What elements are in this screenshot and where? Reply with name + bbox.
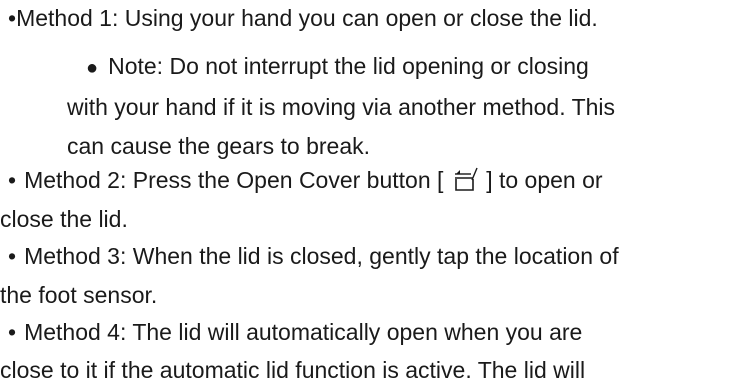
note-line-3: can cause the gears to break.	[67, 133, 371, 159]
note-line-1: ● Note: Do not interrupt the lid opening …	[86, 53, 589, 79]
method-4-line-2: close to it if the automatic lid functio…	[0, 357, 586, 383]
method-4-item: • Method 4: The lid will automatically op…	[0, 317, 585, 385]
method-1-item: •Method 1: Using your hand you can open …	[8, 3, 598, 33]
bullet: •	[8, 167, 17, 193]
method-3-item: • Method 3: When the lid is closed, gentl…	[0, 241, 619, 310]
method-3-line-2: the foot sensor.	[0, 282, 158, 308]
method-1-text: Method 1: Using your hand you can open o…	[16, 5, 598, 31]
note-item: ● Note: Do not interrupt the lid opening …	[67, 51, 615, 161]
open-cover-icon	[452, 167, 478, 193]
method-2-item: • Method 2: Press the Open Cover button […	[0, 165, 603, 234]
bullet: •	[8, 5, 17, 31]
bullet: •	[8, 319, 17, 345]
method-2-line-2: close the lid.	[0, 206, 128, 232]
method-3-line-1: • Method 3: When the lid is closed, gentl…	[8, 243, 619, 269]
bullet: •	[8, 243, 17, 269]
note-bullet: ●	[86, 57, 99, 79]
method-2-line-1: • Method 2: Press the Open Cover button […	[8, 167, 603, 193]
method-4-line-1: • Method 4: The lid will automatically op…	[8, 319, 583, 345]
note-line-2: with your hand if it is moving via anoth…	[67, 94, 616, 120]
